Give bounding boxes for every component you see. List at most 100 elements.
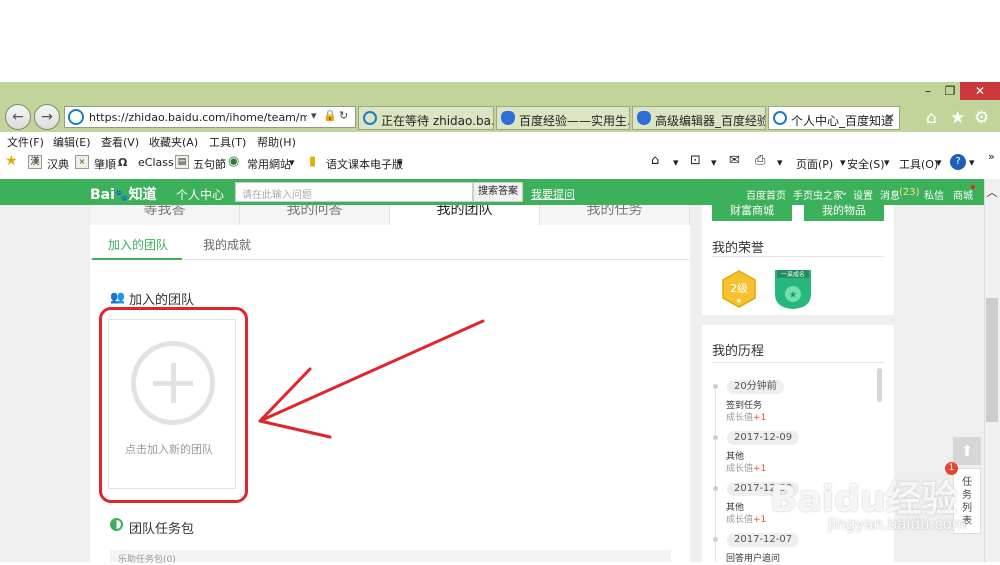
favorites-star-icon[interactable]: ★: [950, 108, 965, 128]
tab-personal-center[interactable]: 个人中心_百度知道 ✕: [768, 106, 900, 130]
tab-wait-answer[interactable]: 等我答: [90, 205, 240, 225]
menu-tools[interactable]: 工具(T): [209, 134, 246, 150]
gear-icon[interactable]: ⚙: [974, 108, 989, 128]
minimize-button[interactable]: –: [918, 82, 938, 100]
feeds-icon[interactable]: ⊡: [690, 153, 701, 168]
tab-jingyan[interactable]: 百度经验——实用生...: [496, 106, 630, 130]
dropdown-icon[interactable]: ▾: [289, 156, 295, 169]
favorite-folder[interactable]: 常用網站: [247, 156, 291, 172]
timeline-growth: 成长值+1: [726, 512, 766, 525]
mail-icon[interactable]: ✉: [729, 153, 740, 168]
maximize-button[interactable]: ❐: [940, 82, 960, 100]
messages-link[interactable]: 消息: [880, 187, 900, 202]
chevron-down-icon[interactable]: ⌄: [840, 187, 848, 198]
help-icon[interactable]: ?: [950, 154, 966, 170]
private-message-link[interactable]: 私信: [924, 187, 944, 202]
scroll-up-icon[interactable]: ︿: [984, 184, 1000, 200]
baidu-home-link[interactable]: 百度首页: [746, 187, 786, 202]
top-answer-badge-icon[interactable]: 一采成名 ★: [773, 268, 813, 310]
divider: [712, 362, 884, 363]
growth-label: 成长值: [726, 515, 754, 525]
tab-my-tasks[interactable]: 我的任务: [540, 205, 690, 225]
page-menu[interactable]: 页面(P): [796, 156, 833, 172]
favorite-link[interactable]: 汉典: [47, 156, 69, 172]
logo-text-cn: 知道: [128, 187, 157, 203]
star-icon: ★: [789, 291, 797, 301]
timeline-dot: [713, 537, 718, 542]
forward-icon[interactable]: →: [34, 104, 60, 130]
my-items-button[interactable]: 我的物品: [804, 205, 884, 221]
home-icon[interactable]: ⌂: [926, 108, 937, 128]
dropdown-icon[interactable]: ▾: [884, 156, 890, 169]
watermark-url: jingyan.baidu.com: [828, 515, 967, 533]
search-dropdown-icon[interactable]: ▾: [311, 109, 317, 122]
back-icon[interactable]: ←: [5, 104, 31, 130]
scrollbar-thumb[interactable]: [986, 298, 998, 422]
search-input[interactable]: 请在此输入问题: [235, 182, 473, 202]
history-title: 我的历程: [712, 344, 765, 359]
baidu-zhidao-logo[interactable]: Bai🐾知道: [90, 184, 157, 204]
tab-my-qa[interactable]: 我的问答: [240, 205, 390, 225]
task-package-row[interactable]: [110, 550, 671, 562]
search-answer-button[interactable]: 搜索答案: [473, 182, 523, 202]
address-bar[interactable]: https://zhidao.baidu.com/ihome/team/myte…: [64, 106, 356, 128]
eclass-icon: Ω: [118, 156, 128, 169]
settings-link[interactable]: 设置: [853, 187, 873, 202]
menu-view[interactable]: 查看(V): [101, 134, 139, 150]
tab-label: 百度经验——实用生...: [519, 114, 630, 128]
baidu-paw-icon: [637, 111, 651, 125]
tab-label: 我的任务: [586, 205, 643, 218]
ask-question-link[interactable]: 我要提问: [531, 186, 575, 202]
tab-editor[interactable]: 高级编辑器_百度经验: [632, 106, 766, 130]
task-package-icon: [110, 518, 123, 531]
favorite-folder[interactable]: 语文课本电子版: [326, 156, 403, 172]
folder-icon: ▮: [309, 154, 317, 169]
print-icon[interactable]: ⎙: [755, 153, 765, 168]
menu-help[interactable]: 帮助(H): [257, 134, 296, 150]
dropdown-icon[interactable]: ▾: [936, 156, 942, 169]
home-icon[interactable]: ⌂: [651, 153, 659, 168]
history-scrollbar[interactable]: [877, 368, 882, 402]
favorite-link[interactable]: 五句節: [193, 156, 226, 172]
tools-menu[interactable]: 工具(O): [899, 156, 938, 172]
close-window-button[interactable]: ✕: [960, 82, 1000, 100]
wealth-mall-button[interactable]: 财富商城: [712, 205, 792, 221]
menu-favorites[interactable]: 收藏夹(A): [149, 134, 198, 150]
tab-my-team[interactable]: 我的团队: [390, 205, 540, 225]
dropdown-icon[interactable]: ▾: [777, 156, 783, 169]
level-badge-icon[interactable]: 2级 ★: [720, 270, 758, 308]
favorite-link[interactable]: 肇順: [94, 156, 116, 172]
favorites-star-icon[interactable]: ★: [5, 153, 18, 169]
mall-link[interactable]: 商城: [953, 187, 973, 202]
ie-icon: [68, 109, 84, 125]
user-name-link[interactable]: 手页虫之家: [793, 187, 843, 202]
favorite-link[interactable]: eClass: [138, 156, 174, 169]
sub-tab-achievements[interactable]: 我的成就: [203, 236, 251, 253]
baidu-paw-icon: [501, 111, 515, 125]
safety-menu[interactable]: 安全(S): [847, 156, 885, 172]
ie-icon: [363, 111, 377, 125]
tab-label: 高级编辑器_百度经验: [655, 114, 766, 128]
dropdown-icon[interactable]: ▾: [711, 156, 717, 169]
menu-edit[interactable]: 编辑(E): [53, 134, 91, 150]
ie-icon: [773, 111, 787, 125]
timeline-dot: [713, 384, 718, 389]
back-to-top-icon[interactable]: ⬆: [953, 437, 981, 465]
message-count[interactable]: (23): [899, 187, 920, 198]
globe-icon: ◉: [228, 154, 240, 169]
close-tab-icon[interactable]: ✕: [885, 111, 895, 125]
personal-center-link[interactable]: 个人中心: [176, 186, 224, 203]
refresh-icon[interactable]: ↻: [339, 109, 348, 122]
red-arrow-annotation: [258, 319, 485, 439]
tab-waiting[interactable]: 正在等待 zhidao.ba...: [358, 106, 494, 130]
dropdown-icon[interactable]: ▾: [397, 156, 403, 169]
more-icon[interactable]: »: [988, 150, 995, 163]
sub-tab-joined-teams[interactable]: 加入的团队: [108, 236, 168, 253]
lock-icon[interactable]: 🔒: [323, 109, 337, 122]
window-title-bar: [0, 82, 1000, 100]
dropdown-icon[interactable]: ▾: [673, 156, 679, 169]
dropdown-icon[interactable]: ▾: [840, 156, 846, 169]
dropdown-icon[interactable]: ▾: [969, 156, 975, 169]
menu-file[interactable]: 文件(F): [7, 134, 44, 150]
blank-area: [0, 0, 1000, 82]
